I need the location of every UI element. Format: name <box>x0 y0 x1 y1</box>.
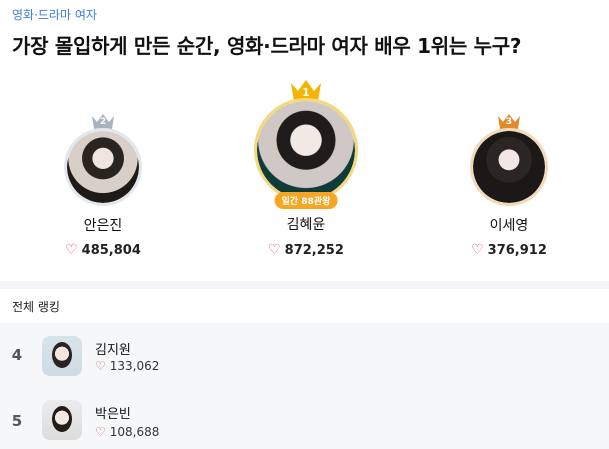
heart-outline-icon[interactable]: ♡ <box>65 242 78 258</box>
rank-number: 4 <box>11 346 23 364</box>
actress-name: 박은빈 <box>95 407 131 422</box>
actress-name: 이세영 <box>489 218 529 234</box>
vote-count: ♡ 485,804 <box>65 242 141 258</box>
heart-outline-icon[interactable]: ♡ <box>471 242 484 258</box>
list-item[interactable]: 4 김지원 ♡ 133,062 <box>0 330 609 384</box>
achievement-badge: 일간 88관왕 <box>274 192 338 209</box>
rank-number: 5 <box>11 412 23 430</box>
actress-thumbnail <box>42 336 82 376</box>
podium-rank-2[interactable]: 2 안은진 ♡ 485,804 <box>43 112 163 262</box>
page-title: 가장 몰입하게 만든 순간, 영화·드라마 여자 배우 1위는 누구? <box>12 34 522 58</box>
heart-outline-icon[interactable]: ♡ <box>95 359 106 373</box>
rank-number: 3 <box>505 117 513 127</box>
category-label[interactable]: 영화·드라마 여자 <box>12 6 97 23</box>
ranking-section-title: 전체 랭킹 <box>12 300 60 314</box>
heart-outline-icon[interactable]: ♡ <box>268 242 281 258</box>
heart-outline-icon[interactable]: ♡ <box>95 425 106 439</box>
avatar[interactable] <box>64 128 142 206</box>
actress-name: 김지원 <box>95 343 131 358</box>
vote-count: ♡ 108,688 <box>95 425 160 439</box>
actress-photo <box>257 101 355 199</box>
actress-name: 안은진 <box>83 218 123 234</box>
vote-count: ♡ 376,912 <box>471 242 547 258</box>
podium-rank-3[interactable]: 3 이세영 ♡ 376,912 <box>449 112 569 262</box>
section-divider <box>0 281 609 289</box>
actress-thumbnail <box>42 400 82 440</box>
rank-number: 2 <box>99 117 107 127</box>
list-item[interactable]: 5 박은빈 ♡ 108,688 <box>0 390 609 444</box>
avatar[interactable] <box>254 98 358 202</box>
avatar[interactable] <box>470 128 548 206</box>
actress-name: 김혜윤 <box>286 217 326 233</box>
actress-photo <box>67 131 139 203</box>
vote-count: ♡ 133,062 <box>95 359 160 373</box>
vote-count: ♡ 872,252 <box>268 242 344 258</box>
actress-photo <box>473 131 545 203</box>
podium-rank-1[interactable]: 1 일간 88관왕 김혜윤 ♡ 872,252 <box>241 78 371 262</box>
